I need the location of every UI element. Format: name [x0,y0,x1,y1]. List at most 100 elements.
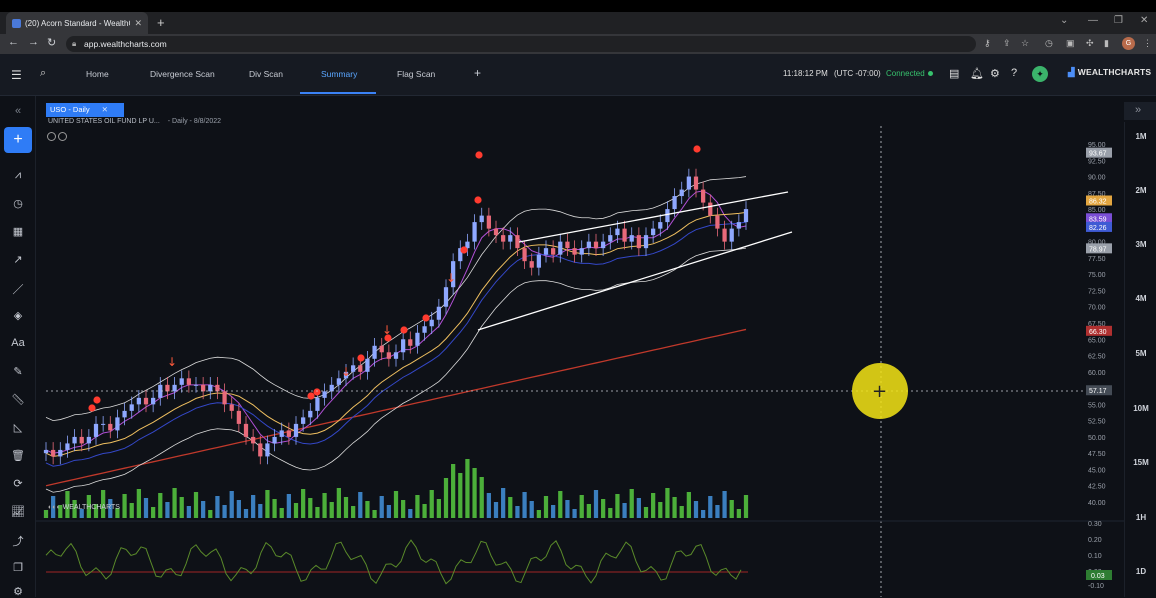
candle-body [679,189,684,197]
timeframe-15m[interactable]: 15M [1125,458,1156,467]
minimize-icon[interactable]: — [1088,15,1098,26]
tab-search-icon[interactable]: ⌄ [1060,15,1068,26]
timeframe-1m[interactable]: 1M [1125,132,1156,141]
hamburger-menu-icon[interactable]: ☰ [11,68,22,82]
candle-body [601,241,606,249]
candle-body [651,228,656,236]
profile-avatar[interactable]: G [1122,37,1135,50]
volume-bar [665,488,670,518]
key-icon[interactable]: ⚷ [984,38,991,49]
volume-bar [251,495,256,518]
volume-bar [479,477,484,518]
timeframe-5m[interactable]: 5M [1125,349,1156,358]
sidebar-icon[interactable]: ▮ [1104,38,1109,49]
layers-icon[interactable]: ❐ [0,561,36,574]
save-icon[interactable]: ▤ [949,67,959,80]
settings-icon[interactable]: ⚙ [0,585,36,598]
text-tool-icon[interactable]: Aa [0,337,36,349]
browser-tab[interactable]: (20) Acorn Standard - WealthCha ✕ [6,12,148,34]
candle-body [251,436,256,444]
shapes-icon[interactable]: ◈ [0,309,36,322]
volume-bar [729,500,734,518]
legend-controls[interactable] [47,128,69,146]
volume-bar [529,501,534,518]
help-icon[interactable]: ? [1011,67,1017,79]
volume-bar [701,510,706,518]
candle-body [586,241,591,249]
browser-address-bar: ← → ↻ 🔒︎ app.wealthcharts.com ⚷ ⇪ ☆ ◷ ▣ … [0,34,1156,54]
nav-home[interactable]: Home [86,69,109,79]
reload-icon[interactable]: ↻ [47,36,56,49]
y-tick-label: 40.00 [1088,500,1106,507]
maximize-icon[interactable]: ❐ [1114,15,1123,26]
back-icon[interactable]: ← [8,36,19,48]
candle-body [658,222,663,229]
timeframe-1h[interactable]: 1H [1125,513,1156,522]
chart-type-icon[interactable]: ⩘ [0,169,36,182]
volume-bar [215,496,220,518]
active-nav-indicator [300,92,376,94]
volume-bar [493,502,499,518]
volume-bar [515,506,520,518]
volume-bar [551,505,556,518]
close-window-icon[interactable]: ✕ [1140,15,1148,26]
extension-icon[interactable]: ◷ [1045,38,1053,49]
nav-divergence-scan[interactable]: Divergence Scan [150,69,215,79]
close-tab-icon[interactable]: ✕ [134,18,142,29]
timeframe-4m[interactable]: 4M [1125,294,1156,303]
trend-icon[interactable]: ↗ [0,253,36,266]
add-drawing-button[interactable]: + [4,127,32,153]
url-field[interactable]: 🔒︎ app.wealthcharts.com [66,36,976,52]
browser-menu-icon[interactable]: ⋮ [1143,38,1152,49]
refresh-icon[interactable]: ⟳ [0,477,36,490]
nav-div-scan[interactable]: Div Scan [249,69,283,79]
clock-icon[interactable]: ◷ [0,197,36,210]
candle-body [236,410,241,424]
symbol-tag[interactable]: USO - Daily ✕ [46,103,124,117]
upper-band [45,176,747,422]
puzzle-icon[interactable]: ✣ [1086,38,1094,49]
candle-body [615,228,620,236]
forward-icon[interactable]: → [28,36,39,48]
y-tick-label: 55.00 [1088,402,1106,409]
timeframe-1d[interactable]: 1D [1125,567,1156,576]
share-icon[interactable]: ⇪ [1003,38,1011,49]
timeframe-10m[interactable]: 10M [1125,404,1156,413]
bookmark-star-icon[interactable]: ☆ [1021,38,1029,49]
line-tool-icon[interactable]: ／ [0,281,36,297]
volume-bar [343,497,349,518]
brush-icon[interactable]: ✎ [0,365,36,378]
candle-body [393,352,399,359]
y-tick-label: 92.50 [1088,158,1106,165]
nav-summary[interactable]: Summary [321,69,357,79]
volume-bar [608,508,613,518]
volume-bar [643,507,649,518]
url-text: app.wealthcharts.com [84,39,167,49]
extension-red-icon[interactable]: ▣ [1066,38,1075,49]
trash-icon[interactable]: 🗑︎ [0,449,36,462]
timeframe-3m[interactable]: 3M [1125,240,1156,249]
timeframe-2m[interactable]: 2M [1125,186,1156,195]
volume-bar [572,509,577,518]
strategy-icon[interactable]: ⤴ [0,533,36,549]
volume-bar [443,478,449,518]
gear-icon[interactable]: ⚙ [990,67,1000,80]
indicator-icon[interactable]: 📈︎ [0,505,36,518]
candle-body [636,235,641,249]
volume-bar [143,498,149,518]
collapse-right-icon[interactable]: » [1135,104,1141,116]
new-tab-icon[interactable]: + [157,15,165,30]
timezone[interactable]: (UTC -07:00) [834,69,881,78]
candle-body [472,222,477,242]
bell-icon[interactable]: 🔔︎ [970,67,984,80]
add-tab-icon[interactable]: + [474,66,481,80]
candle-body [258,443,263,457]
lightbulb-icon[interactable]: ✦ [1032,66,1048,82]
collapse-left-icon[interactable]: « [0,105,36,117]
search-icon[interactable]: ⌕ [40,67,46,80]
nav-flag-scan[interactable]: Flag Scan [397,69,435,79]
ruler-icon[interactable]: 📏︎ [0,393,36,406]
measure-icon[interactable]: ◺ [0,421,36,434]
calendar-icon[interactable]: ▦ [0,225,36,238]
price-chart[interactable]: 95.0092.5090.0087.5085.0082.5080.0077.50… [36,96,1124,597]
